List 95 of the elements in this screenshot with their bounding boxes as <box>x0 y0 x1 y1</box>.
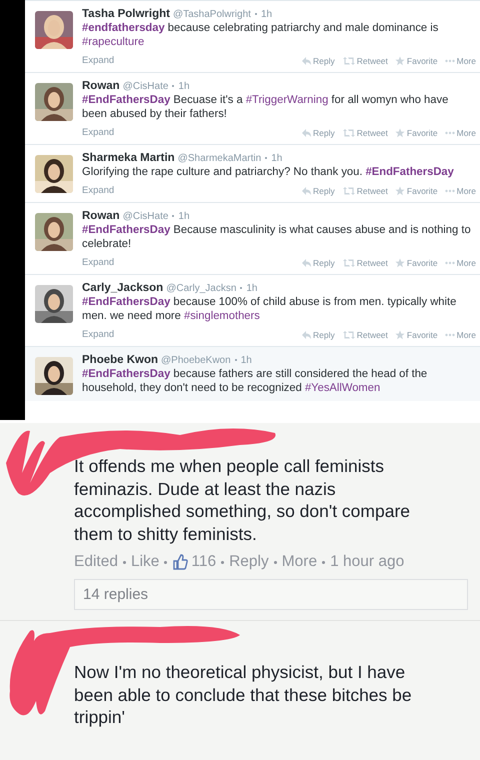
like-link[interactable]: Like <box>130 553 160 571</box>
replies-button[interactable]: 14 replies <box>74 579 468 610</box>
tweet-time[interactable]: 1h <box>246 283 258 294</box>
expand-link[interactable]: Expand <box>82 329 114 340</box>
separator-dot <box>322 560 326 564</box>
hashtag-link[interactable]: #EndFathersDay <box>82 224 170 236</box>
star-icon <box>394 186 405 196</box>
tweet-time[interactable]: 1h <box>178 211 190 222</box>
hashtag-link[interactable]: #singlemothers <box>184 310 260 322</box>
tweet-action[interactable]: More <box>444 128 476 138</box>
reply-icon <box>300 258 311 268</box>
tweet-action[interactable]: Retweet <box>342 128 388 138</box>
tweet-text: #EndFathersDay because fathers are still considered the head of the household, they don't need to be recognized #YesAllWomen <box>82 367 428 395</box>
separator-dot <box>172 215 174 217</box>
comment-text: Now I'm no theoretical physicist, but I have been able to conclude that these bitches be trippin' <box>74 661 413 728</box>
expand-link[interactable]: Expand <box>82 55 114 66</box>
tweet-action[interactable]: More <box>444 56 476 66</box>
expand-link[interactable]: Expand <box>82 127 114 138</box>
retweet-icon <box>342 258 355 268</box>
tweet-text: #EndFathersDay Becuase it's a #TriggerWarning for all womyn who have been abused by their fathers! <box>82 93 450 121</box>
user-name[interactable]: Rowan <box>82 80 120 92</box>
separator-dot <box>254 13 257 15</box>
user-handle[interactable]: @PhoebeKwon <box>161 355 231 366</box>
reply-icon <box>300 56 311 66</box>
separator-dot <box>274 560 277 564</box>
tweet-text: #endfathersday because celebrating patriarchy and male dominance is #rapeculture <box>82 21 440 49</box>
tweet-action[interactable]: Reply <box>300 330 335 340</box>
more-link[interactable]: More <box>282 553 318 571</box>
user-handle[interactable]: @SharmekaMartin <box>178 153 262 164</box>
star-icon <box>394 258 405 268</box>
tweet-action[interactable]: Reply <box>300 56 335 66</box>
separator-dot <box>240 287 242 289</box>
separator-dot <box>234 359 237 361</box>
separator-dot <box>172 85 174 87</box>
separator-dot <box>221 560 224 564</box>
thumbs-up-icon <box>172 554 188 570</box>
tweet-time[interactable]: 1h <box>178 81 190 92</box>
star-icon <box>394 128 405 138</box>
tweet-action[interactable]: Favorite <box>394 258 438 268</box>
tweet-text: #EndFathersDay because 100% of child abuse is from men. typically white men. we need more #singlemothers <box>82 295 458 323</box>
reply-icon <box>300 330 311 340</box>
comment-time: 1 hour ago <box>330 553 404 571</box>
tweet-time[interactable]: 1h <box>260 9 272 20</box>
separator-dot <box>164 560 168 564</box>
user-name[interactable]: Tasha Polwright <box>82 8 170 20</box>
tweet-action[interactable]: Favorite <box>394 56 438 66</box>
tweet-action[interactable]: More <box>444 258 476 268</box>
retweet-icon <box>342 56 355 66</box>
reply-icon <box>300 186 311 196</box>
reply-link[interactable]: Reply <box>229 553 269 571</box>
tweet-time[interactable]: 1h <box>271 153 282 164</box>
separator-dot <box>265 157 268 159</box>
tweet-action[interactable]: Reply <box>300 186 335 196</box>
hashtag-link[interactable]: #EndFathersDay <box>366 166 454 178</box>
like-count: 116 <box>191 553 216 571</box>
tweet-text: #EndFathersDay Because masculinity is what causes abuse and is nothing to celebrate! <box>82 223 472 251</box>
tweet-action[interactable]: Favorite <box>394 128 438 138</box>
expand-link[interactable]: Expand <box>82 185 114 196</box>
hashtag-link[interactable]: #EndFathersDay <box>82 94 170 106</box>
user-name[interactable]: Carly_Jackson <box>82 282 164 294</box>
user-name[interactable]: Rowan <box>82 210 120 222</box>
hashtag-link[interactable]: #EndFathersDay <box>82 296 170 308</box>
retweet-icon <box>342 128 355 138</box>
retweet-icon <box>342 330 355 340</box>
user-name[interactable]: Sharmeka Martin <box>82 152 175 164</box>
tweet-action[interactable]: Favorite <box>394 186 438 196</box>
tweet-action[interactable]: More <box>444 186 476 196</box>
tweet-action[interactable]: Favorite <box>394 330 438 340</box>
reply-icon <box>300 128 311 138</box>
star-icon <box>394 56 405 66</box>
star-icon <box>394 330 405 340</box>
tweet-action[interactable]: Reply <box>300 258 335 268</box>
tweet-text: Glorifying the rape culture and patriarchy? No thank you. #EndFathersDay <box>82 165 455 179</box>
user-handle[interactable]: @Carly_Jacksn <box>166 283 236 294</box>
hashtag-link[interactable]: #rapeculture <box>82 36 144 48</box>
tweet-action[interactable]: Retweet <box>342 258 388 268</box>
comment-text: It offends me when people call feminists feminazis. Dude at least the nazis accomplished something, so don't compare them to shitty feminists. <box>74 455 412 545</box>
tweet-action[interactable]: Retweet <box>342 330 388 340</box>
tweet-action[interactable]: Retweet <box>342 186 388 196</box>
expand-link[interactable]: Expand <box>82 257 114 268</box>
user-handle[interactable]: @TashaPolwright <box>172 9 251 20</box>
user-handle[interactable]: @CisHate <box>122 211 168 222</box>
edited-label: Edited <box>74 553 118 571</box>
hashtag-link[interactable]: #YesAllWomen <box>304 382 380 394</box>
retweet-icon <box>342 186 355 196</box>
hashtag-link[interactable]: #endfathersday <box>82 22 165 34</box>
tweet-action[interactable]: Retweet <box>342 56 388 66</box>
tweet-time[interactable]: 1h <box>240 355 252 366</box>
separator-dot <box>122 560 126 564</box>
user-name[interactable]: Phoebe Kwon <box>82 354 158 366</box>
hashtag-link[interactable]: #TriggerWarning <box>246 94 328 106</box>
user-handle[interactable]: @CisHate <box>122 81 168 92</box>
tweet-action[interactable]: Reply <box>300 128 335 138</box>
tweet-action[interactable]: More <box>444 330 476 340</box>
hashtag-link[interactable]: #EndFathersDay <box>82 368 170 380</box>
